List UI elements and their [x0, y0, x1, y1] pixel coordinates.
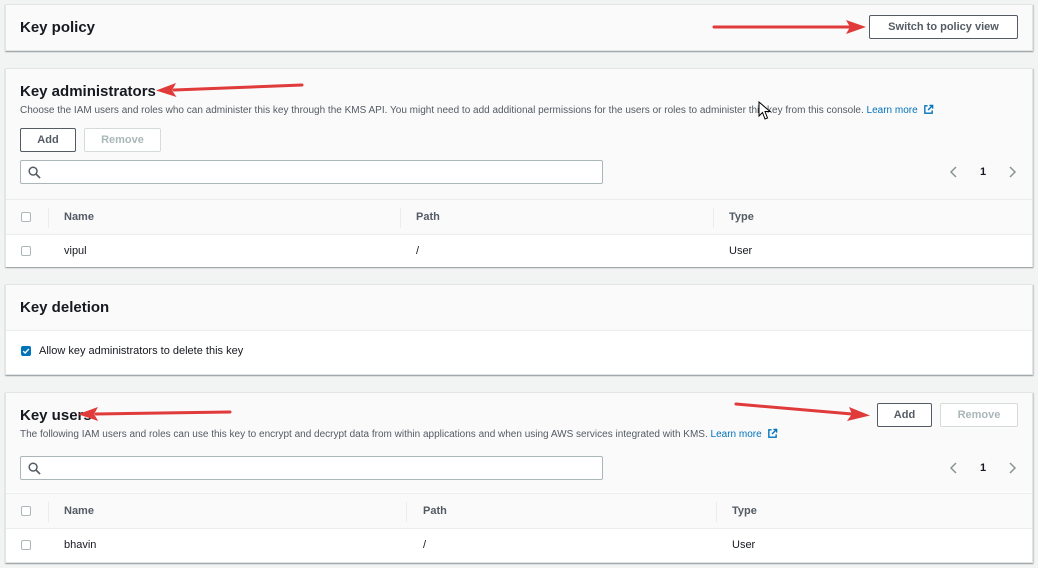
row-type: User: [729, 245, 753, 257]
column-divider: [48, 208, 49, 228]
key-policy-title: Key policy: [20, 19, 96, 36]
key-administrators-table-header: Name Path Type: [6, 199, 1032, 235]
chevron-left-icon[interactable]: [948, 166, 960, 178]
column-header-name[interactable]: Name: [64, 494, 94, 528]
cursor-icon: [758, 101, 772, 120]
switch-to-policy-view-button[interactable]: Switch to policy view: [869, 15, 1018, 39]
column-divider: [713, 208, 714, 228]
table-row[interactable]: bhavin / User: [6, 529, 1032, 561]
key-administrators-header: Key administrators Choose the IAM users …: [6, 69, 1032, 199]
chevron-left-icon[interactable]: [948, 462, 960, 474]
chevron-right-icon[interactable]: [1006, 462, 1018, 474]
key-users-search-input[interactable]: [20, 456, 603, 480]
key-administrators-description-text: Choose the IAM users and roles who can a…: [20, 105, 864, 116]
key-users-panel: Key users The following IAM users and ro…: [5, 392, 1033, 563]
key-policy-header: Key policy Switch to policy view: [6, 5, 1032, 50]
row-checkbox[interactable]: [21, 540, 31, 550]
column-divider: [406, 502, 407, 522]
column-divider: [400, 208, 401, 228]
column-header-path[interactable]: Path: [416, 200, 440, 234]
key-administrators-pagination: 1: [948, 162, 1018, 182]
column-header-name[interactable]: Name: [64, 200, 94, 234]
key-administrators-panel: Key administrators Choose the IAM users …: [5, 68, 1033, 267]
column-divider: [48, 502, 49, 522]
key-administrators-remove-button[interactable]: Remove: [84, 128, 161, 152]
allow-delete-label[interactable]: Allow key administrators to delete this …: [39, 342, 243, 360]
key-users-add-button[interactable]: Add: [877, 403, 932, 427]
external-link-icon[interactable]: [767, 428, 778, 439]
key-users-description: The following IAM users and roles can us…: [20, 428, 778, 440]
search-icon: [28, 166, 41, 179]
key-administrators-title: Key administrators: [20, 83, 156, 100]
row-path: /: [423, 539, 427, 551]
key-deletion-header: Key deletion: [6, 285, 1032, 331]
key-users-page-number[interactable]: 1: [980, 462, 986, 474]
row-type: User: [732, 539, 756, 551]
key-administrators-select-all-checkbox[interactable]: [21, 212, 31, 222]
column-divider: [716, 502, 717, 522]
key-users-select-all-checkbox[interactable]: [21, 506, 31, 516]
row-name: bhavin: [64, 539, 97, 551]
row-path: /: [416, 245, 420, 257]
key-users-remove-button[interactable]: Remove: [940, 403, 1018, 427]
column-header-type[interactable]: Type: [732, 494, 757, 528]
checkmark-icon: [22, 348, 30, 354]
key-users-title: Key users: [20, 407, 92, 424]
key-administrators-description: Choose the IAM users and roles who can a…: [20, 104, 934, 116]
column-header-type[interactable]: Type: [729, 200, 754, 234]
row-name: vipul: [64, 245, 87, 257]
key-administrators-page-number[interactable]: 1: [980, 166, 986, 178]
table-row[interactable]: vipul / User: [6, 235, 1032, 267]
key-administrators-learn-more-link[interactable]: Learn more: [867, 105, 918, 116]
key-administrators-search-input[interactable]: [20, 160, 603, 184]
external-link-icon[interactable]: [923, 104, 934, 115]
column-header-path[interactable]: Path: [423, 494, 447, 528]
key-policy-panel: Key policy Switch to policy view: [5, 4, 1033, 51]
search-icon: [28, 462, 41, 475]
chevron-right-icon[interactable]: [1006, 166, 1018, 178]
key-administrators-add-button[interactable]: Add: [20, 128, 76, 152]
key-users-learn-more-link[interactable]: Learn more: [711, 429, 762, 440]
key-deletion-panel: Key deletion Allow key administrators to…: [5, 284, 1033, 375]
key-users-header: Key users The following IAM users and ro…: [6, 393, 1032, 492]
row-checkbox[interactable]: [21, 246, 31, 256]
key-deletion-title: Key deletion: [20, 299, 110, 316]
allow-delete-checkbox[interactable]: [21, 346, 31, 356]
key-users-pagination: 1: [948, 458, 1018, 478]
key-users-table-header: Name Path Type: [6, 493, 1032, 529]
key-users-description-text: The following IAM users and roles can us…: [20, 429, 708, 440]
